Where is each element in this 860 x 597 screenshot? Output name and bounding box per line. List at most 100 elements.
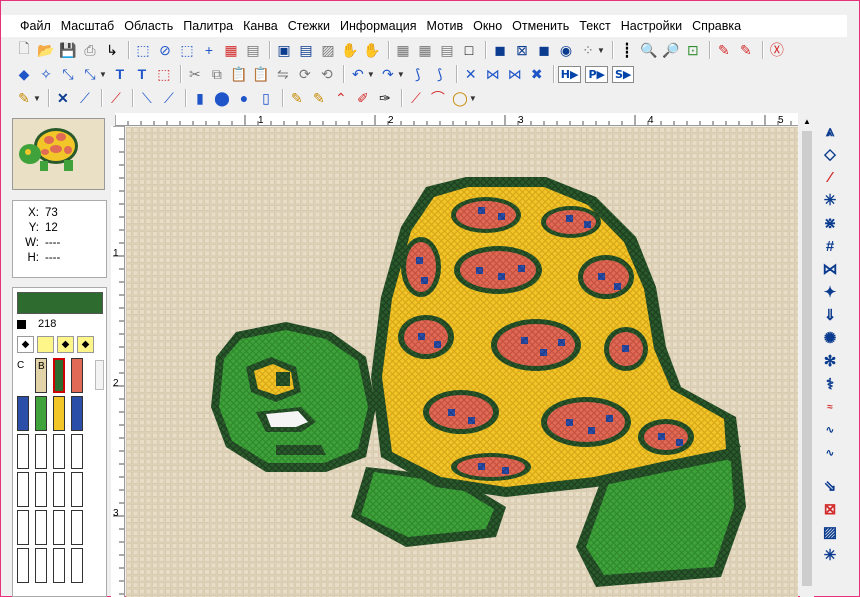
- menu-motif[interactable]: Мотив: [422, 19, 469, 33]
- canvas-vertical-scrollbar[interactable]: ▲: [800, 115, 814, 597]
- menu-window[interactable]: Окно: [468, 19, 507, 33]
- stitch-diagonal-icon[interactable]: ⁄: [818, 166, 842, 188]
- area-icon[interactable]: ▤: [243, 40, 263, 60]
- preview-thumbnail[interactable]: [12, 118, 105, 190]
- menu-palette[interactable]: Палитра: [178, 19, 238, 33]
- scroll-thumb[interactable]: [802, 131, 812, 586]
- stitch-arrow-diag-icon[interactable]: ⇘: [818, 475, 842, 497]
- stitch-circle-icon[interactable]: ◉: [556, 40, 576, 60]
- copy-icon[interactable]: ⧉: [207, 64, 227, 84]
- stitch-diamond-icon[interactable]: ◇: [818, 143, 842, 165]
- chip-empty[interactable]: [17, 548, 29, 583]
- line-tool-icon[interactable]: ⟋: [406, 88, 426, 108]
- chip-yellow[interactable]: [53, 396, 65, 431]
- palette-scrollbar[interactable]: [95, 360, 104, 390]
- stitch-sparkle-icon[interactable]: ✦: [818, 281, 842, 303]
- view-preview-icon[interactable]: ▣: [274, 40, 294, 60]
- half-cross-icon[interactable]: ⟋: [75, 88, 95, 108]
- cross-double-icon[interactable]: ⋈: [483, 64, 503, 84]
- zoom-in-icon[interactable]: 🔍: [639, 40, 659, 60]
- h-button[interactable]: H▶: [557, 65, 582, 83]
- view-grid-icon[interactable]: ▤: [296, 40, 316, 60]
- text-bold-icon[interactable]: T: [132, 64, 152, 84]
- stitch-grid-icon[interactable]: #: [818, 235, 842, 257]
- chip-empty[interactable]: [53, 510, 65, 545]
- color-replace-icon[interactable]: ✎: [736, 40, 756, 60]
- stitch-zigzag-red-icon[interactable]: ≈: [818, 396, 842, 418]
- chip-empty[interactable]: [35, 434, 47, 469]
- select-all-icon[interactable]: ⬚: [177, 40, 197, 60]
- brush-icon[interactable]: ✐: [353, 88, 373, 108]
- stitch-arrow-down-icon[interactable]: ⇓: [818, 304, 842, 326]
- hand-move-icon[interactable]: ✋: [362, 40, 382, 60]
- chip-empty[interactable]: [53, 548, 65, 583]
- stitch-square-icon[interactable]: ◼: [534, 40, 554, 60]
- menu-information[interactable]: Информация: [335, 19, 422, 33]
- pen-icon[interactable]: ✑: [375, 88, 395, 108]
- curve-tool-icon[interactable]: ⌒: [428, 88, 448, 108]
- stitch-canvas[interactable]: [126, 127, 798, 597]
- copy-area-icon[interactable]: ▦: [221, 40, 241, 60]
- stitch-star-2-icon[interactable]: ✳: [818, 544, 842, 566]
- zoom-out-icon[interactable]: 🔎: [661, 40, 681, 60]
- grid-dense-icon[interactable]: ▦: [393, 40, 413, 60]
- chip-salmon[interactable]: [71, 358, 83, 393]
- new-file-icon[interactable]: 🗋: [14, 40, 34, 60]
- pencil-icon[interactable]: ✎: [14, 88, 34, 108]
- chip-empty[interactable]: [17, 510, 29, 545]
- select-rect-icon[interactable]: ⬚: [133, 40, 153, 60]
- crosshair-icon[interactable]: +: [199, 40, 219, 60]
- hand-icon[interactable]: ✋: [340, 40, 360, 60]
- clear-format-icon[interactable]: Ⓧ: [767, 40, 787, 60]
- full-cross-icon[interactable]: ✕: [53, 88, 73, 108]
- dropdown-arrow-icon[interactable]: ▼: [597, 46, 605, 55]
- yellow-swatch-button[interactable]: [37, 336, 54, 353]
- grid-medium-icon[interactable]: ▦: [415, 40, 435, 60]
- stitch-double-cross-icon[interactable]: ⋇: [818, 212, 842, 234]
- print-icon[interactable]: ⎙: [80, 40, 100, 60]
- grid-sparse-icon[interactable]: ▤: [437, 40, 457, 60]
- stitch-tool-2-icon[interactable]: ⟆: [430, 64, 450, 84]
- cross-triple-icon[interactable]: ⋈: [505, 64, 525, 84]
- rotate-icon[interactable]: ⟳: [295, 64, 315, 84]
- chip-empty[interactable]: [71, 472, 83, 507]
- open-folder-icon[interactable]: 📂: [36, 40, 56, 60]
- diamond-small-icon[interactable]: ◆: [77, 336, 94, 353]
- lasso-icon[interactable]: ⊘: [155, 40, 175, 60]
- menu-zoom[interactable]: Масштаб: [56, 19, 119, 33]
- stitch-full-icon[interactable]: ◼: [490, 40, 510, 60]
- diamond-outline-icon[interactable]: ◆: [57, 336, 74, 353]
- chip-empty[interactable]: [71, 548, 83, 583]
- circle-tool-icon[interactable]: ◯: [450, 88, 470, 108]
- fill-bucket-icon[interactable]: ◆: [14, 64, 34, 84]
- grid-none-icon[interactable]: □: [459, 40, 479, 60]
- stitch-tree-icon[interactable]: ⚕: [818, 373, 842, 395]
- cut-icon[interactable]: ✂: [185, 64, 205, 84]
- chip-empty[interactable]: [35, 510, 47, 545]
- chip-empty[interactable]: [71, 510, 83, 545]
- backstitch-icon[interactable]: ⟋: [106, 88, 126, 108]
- stitch-lattice-icon[interactable]: ⋈: [818, 258, 842, 280]
- chip-blue[interactable]: [17, 396, 29, 431]
- stitch-cross-red-icon[interactable]: ⊠: [818, 498, 842, 520]
- menu-settings[interactable]: Настройки: [616, 19, 687, 33]
- stitch-hatch-icon[interactable]: ▨: [818, 521, 842, 543]
- diamond-icon[interactable]: ◆: [17, 336, 34, 353]
- text-tool-icon[interactable]: T: [110, 64, 130, 84]
- chip-empty[interactable]: [17, 472, 29, 507]
- mirror-icon[interactable]: ⟲: [317, 64, 337, 84]
- angle-stitch-icon[interactable]: ⌃: [331, 88, 351, 108]
- s-button[interactable]: S▶: [611, 65, 635, 83]
- bead-long-icon[interactable]: ▮: [190, 88, 210, 108]
- chip-empty[interactable]: [17, 434, 29, 469]
- stitch-asterisk-icon[interactable]: ✻: [818, 350, 842, 372]
- wand-pen-2-icon[interactable]: ⤡: [80, 64, 100, 84]
- paste-icon[interactable]: 📋: [229, 64, 249, 84]
- menu-file[interactable]: Файл: [15, 19, 56, 33]
- text-frame-icon[interactable]: ⬚: [154, 64, 174, 84]
- stitch-wave-2-icon[interactable]: ∿: [818, 442, 842, 464]
- chip-empty[interactable]: [71, 434, 83, 469]
- stitch-burst-icon[interactable]: ✺: [818, 327, 842, 349]
- save-icon[interactable]: 💾: [58, 40, 78, 60]
- line-right-icon[interactable]: ⟋: [159, 88, 179, 108]
